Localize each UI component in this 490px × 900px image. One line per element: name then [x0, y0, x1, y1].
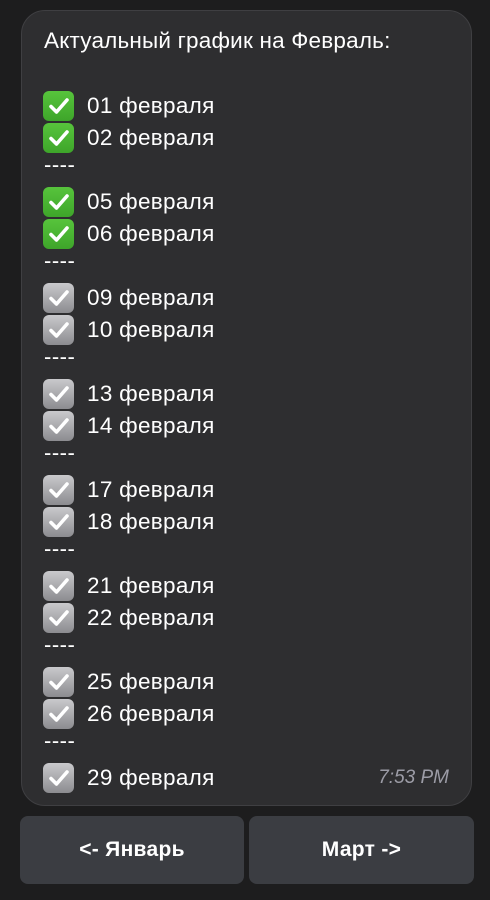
- gray-check-mark-box-icon: [43, 603, 74, 633]
- schedule-item-label: 06 февраля: [87, 221, 215, 246]
- schedule-item-label: 02 февраля: [87, 125, 215, 150]
- schedule-item-label: 09 февраля: [87, 285, 215, 310]
- separator-line: ----: [44, 440, 76, 465]
- schedule-item-label: 21 февраля: [87, 573, 215, 598]
- schedule-item-label: 13 февраля: [87, 381, 215, 406]
- chat-screen: Актуальный график на Февраль: 01 февраля…: [0, 0, 490, 900]
- schedule-item: 05 февраля: [43, 186, 215, 218]
- schedule-item-label: 17 февраля: [87, 477, 215, 502]
- schedule-item: 21 февраля: [43, 570, 215, 602]
- schedule-item-label: 29 февраля: [87, 765, 215, 790]
- gray-check-mark-box-icon: [43, 699, 74, 729]
- green-check-mark-box-icon: [43, 91, 74, 121]
- gray-check-mark-box-icon: [43, 283, 74, 313]
- gray-check-mark-box-icon: [43, 571, 74, 601]
- gray-check-mark-box-icon: [43, 507, 74, 537]
- schedule-item: 14 февраля: [43, 410, 215, 442]
- gray-check-mark-box-icon: [43, 411, 74, 441]
- gray-check-mark-box-icon: [43, 379, 74, 409]
- schedule-item: 17 февраля: [43, 474, 215, 506]
- schedule-item: 26 февраля: [43, 698, 215, 730]
- schedule-item-label: 18 февраля: [87, 509, 215, 534]
- schedule-item-label: 01 февраля: [87, 93, 215, 118]
- message-bubble: Актуальный график на Февраль: 01 февраля…: [21, 10, 472, 806]
- separator-line: ----: [44, 152, 76, 177]
- message-title: Актуальный график на Февраль:: [44, 28, 391, 53]
- green-check-mark-box-icon: [43, 219, 74, 249]
- separator-line: ----: [44, 344, 76, 369]
- schedule-item-label: 10 февраля: [87, 317, 215, 342]
- schedule-item-label: 05 февраля: [87, 189, 215, 214]
- schedule-item: 10 февраля: [43, 314, 215, 346]
- schedule-item: 25 февраля: [43, 666, 215, 698]
- schedule-item: 13 февраля: [43, 378, 215, 410]
- separator-line: ----: [44, 728, 76, 753]
- schedule-item: 22 февраля: [43, 602, 215, 634]
- schedule-item-label: 25 февраля: [87, 669, 215, 694]
- schedule-item: 29 февраля: [43, 762, 215, 794]
- gray-check-mark-box-icon: [43, 763, 74, 793]
- schedule-item-label: 14 февраля: [87, 413, 215, 438]
- gray-check-mark-box-icon: [43, 475, 74, 505]
- schedule-item-label: 26 февраля: [87, 701, 215, 726]
- green-check-mark-box-icon: [43, 187, 74, 217]
- schedule-item: 02 февраля: [43, 122, 215, 154]
- schedule-item: 18 февраля: [43, 506, 215, 538]
- schedule-item-label: 22 февраля: [87, 605, 215, 630]
- separator-line: ----: [44, 632, 76, 657]
- schedule-item: 09 февраля: [43, 282, 215, 314]
- gray-check-mark-box-icon: [43, 667, 74, 697]
- message-time: 7:53 PM: [378, 767, 449, 788]
- green-check-mark-box-icon: [43, 123, 74, 153]
- next-month-button[interactable]: Март ->: [249, 816, 474, 884]
- gray-check-mark-box-icon: [43, 315, 74, 345]
- schedule-item: 06 февраля: [43, 218, 215, 250]
- previous-month-button[interactable]: <- Январь: [20, 816, 244, 884]
- schedule-item: 01 февраля: [43, 90, 215, 122]
- separator-line: ----: [44, 248, 76, 273]
- separator-line: ----: [44, 536, 76, 561]
